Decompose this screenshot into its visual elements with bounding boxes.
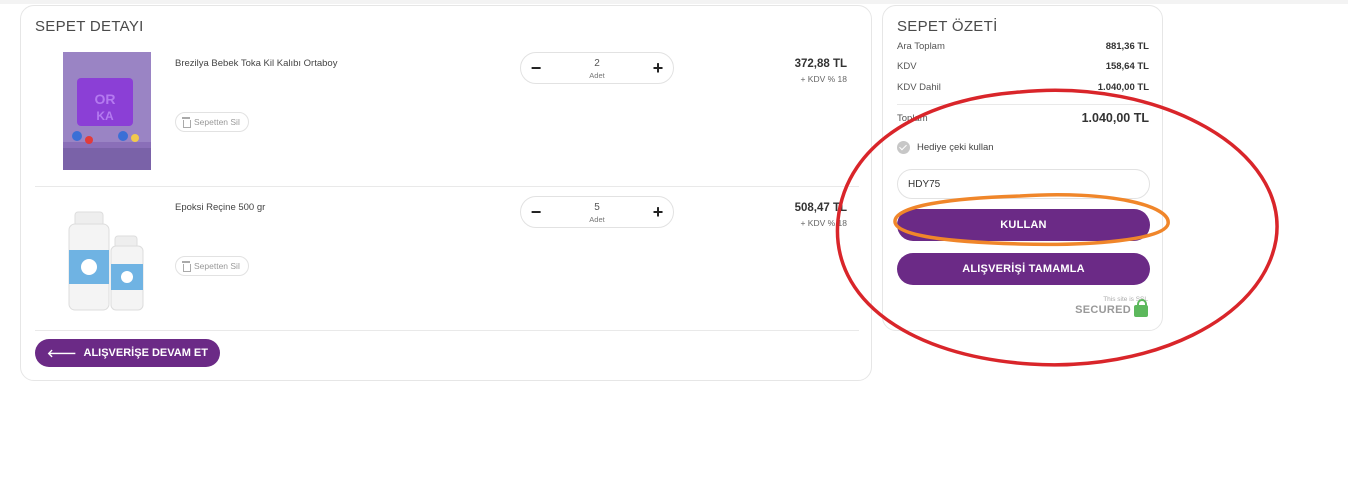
summary-divider — [897, 104, 1149, 105]
continue-label: ALIŞVERİŞE DEVAM ET — [83, 347, 208, 359]
product-name[interactable]: Epoksi Reçine 500 gr — [175, 202, 265, 213]
top-strip — [0, 0, 1348, 4]
total-value: 1.040,00 TL — [1081, 111, 1149, 125]
subtotal-label: Ara Toplam — [897, 41, 945, 52]
item-price: 372,88 TL — [794, 58, 847, 70]
remove-label: Sepetten Sil — [194, 117, 240, 127]
remove-from-cart-button[interactable]: Sepetten Sil — [175, 112, 249, 132]
ssl-lock-icon — [1134, 299, 1148, 317]
summary-title: SEPET ÖZETİ — [897, 18, 998, 35]
cart-title: SEPET DETAYI — [35, 18, 144, 35]
gift-voucher-label: Hediye çeki kullan — [917, 142, 994, 153]
tax-label: KDV — [897, 61, 917, 72]
quantity-stepper: − 2 Adet + — [520, 52, 674, 84]
coupon-code-input[interactable] — [897, 169, 1150, 199]
check-circle-icon — [897, 141, 910, 154]
total-label: Toplam — [897, 113, 928, 124]
remove-from-cart-button[interactable]: Sepetten Sil — [175, 256, 249, 276]
item-tax: + KDV % 18 — [800, 218, 847, 228]
product-name[interactable]: Brezilya Bebek Toka Kil Kalıbı Ortaboy — [175, 58, 337, 69]
gift-voucher-toggle[interactable]: Hediye çeki kullan — [897, 141, 994, 154]
ssl-secured-badge: This site is SSL SECURED — [1075, 296, 1148, 317]
complete-purchase-button[interactable]: ALIŞVERİŞİ TAMAMLA — [897, 253, 1150, 285]
product-image[interactable] — [63, 202, 151, 320]
apply-coupon-button[interactable]: KULLAN — [897, 209, 1150, 241]
tax-included-label: KDV Dahil — [897, 82, 941, 93]
arrow-left-icon: 🡐 — [47, 348, 77, 360]
subtotal-value: 881,36 TL — [1105, 41, 1149, 52]
total-row: Toplam 1.040,00 TL — [897, 111, 1149, 125]
plus-icon[interactable]: + — [643, 53, 673, 83]
tax-value: 158,64 TL — [1105, 61, 1149, 72]
item-tax: + KDV % 18 — [800, 74, 847, 84]
trash-icon — [182, 261, 191, 272]
continue-shopping-button[interactable]: 🡐 ALIŞVERİŞE DEVAM ET — [35, 339, 220, 367]
tax-included-row: KDV Dahil 1.040,00 TL — [897, 82, 1149, 93]
subtotal-row: Ara Toplam 881,36 TL — [897, 41, 1149, 52]
cart-panel: SEPET DETAYI OR KA Brezilya Bebek Toka K… — [20, 5, 872, 381]
svg-text:KA: KA — [96, 109, 114, 123]
tax-included-value: 1.040,00 TL — [1097, 82, 1149, 93]
remove-label: Sepetten Sil — [194, 261, 240, 271]
svg-text:OR: OR — [95, 91, 116, 107]
ssl-secured-text: SECURED — [1075, 304, 1131, 316]
summary-panel: SEPET ÖZETİ Ara Toplam 881,36 TL KDV 158… — [882, 5, 1163, 331]
plus-icon[interactable]: + — [643, 197, 673, 227]
trash-icon — [182, 117, 191, 128]
cart-item: OR KA Brezilya Bebek Toka Kil Kalıbı Ort… — [35, 44, 859, 187]
cart-item: Epoksi Reçine 500 gr Sepetten Sil − 5 Ad… — [35, 188, 859, 331]
quantity-stepper: − 5 Adet + — [520, 196, 674, 228]
item-price: 508,47 TL — [794, 202, 847, 214]
tax-row: KDV 158,64 TL — [897, 61, 1149, 72]
product-image[interactable]: OR KA — [63, 52, 151, 170]
